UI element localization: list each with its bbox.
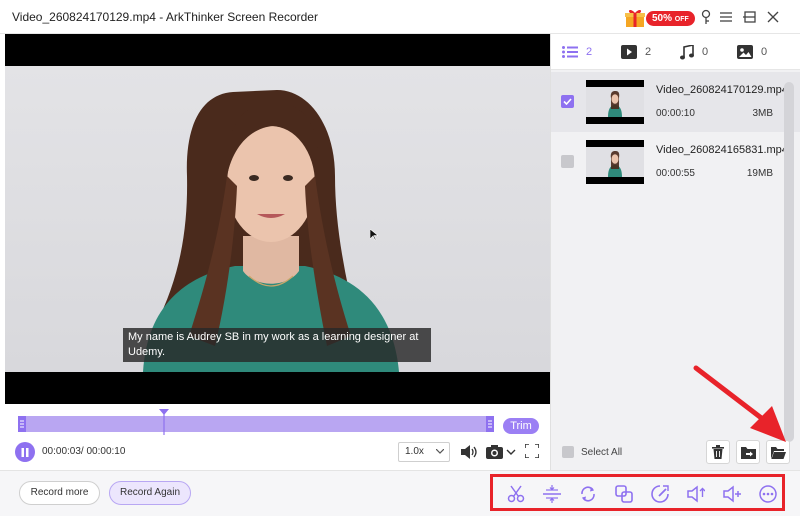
file-size: 3MB <box>752 108 773 119</box>
file-checkbox[interactable] <box>561 95 574 108</box>
select-all-label: Select All <box>581 446 623 458</box>
close-icon[interactable] <box>764 8 782 26</box>
edit-tools-highlight <box>490 474 785 511</box>
tab-audio-count: 0 <box>702 46 709 58</box>
trim-button[interactable]: Trim <box>503 418 539 434</box>
mouse-cursor-icon <box>370 229 378 241</box>
list-icon <box>562 46 578 58</box>
merge-tool-button[interactable] <box>613 483 635 505</box>
trim-start-handle[interactable] <box>18 416 26 432</box>
tab-audio[interactable]: 0 <box>680 43 708 61</box>
bottom-bar: Record more Record Again <box>0 470 800 516</box>
annotation-arrow-icon <box>693 365 786 442</box>
tab-image-count: 0 <box>761 46 768 58</box>
trash-icon <box>712 445 724 459</box>
chevron-down-icon <box>436 449 444 454</box>
video-frame: My name is Audrey SB in my work as a lea… <box>5 66 550 372</box>
folder-icon <box>770 446 786 459</box>
pause-button[interactable] <box>15 442 35 462</box>
video-subtitle: My name is Audrey SB in my work as a lea… <box>123 328 431 362</box>
scissors-icon <box>507 485 525 503</box>
discount-label: 50% OFF <box>646 11 695 26</box>
audio-add-tool-button[interactable] <box>721 483 743 505</box>
tab-all-count: 2 <box>586 46 593 58</box>
window-title: Video_260824170129.mp4 - ArkThinker Scre… <box>12 10 318 24</box>
file-name: Video_260824165831.mp4 <box>656 144 788 156</box>
file-thumbnail <box>586 80 644 124</box>
snapshot-button[interactable] <box>486 442 518 462</box>
music-icon <box>680 44 694 59</box>
file-name: Video_260824170129.mp4 <box>656 84 788 96</box>
tab-all[interactable]: 2 <box>562 43 592 61</box>
select-all-box <box>562 446 574 458</box>
promo-badge[interactable]: 50% OFF <box>624 8 695 28</box>
media-tabs: 2 2 0 0 <box>551 34 800 70</box>
split-icon <box>543 485 561 503</box>
title-bar: Video_260824170129.mp4 - ArkThinker Scre… <box>0 0 800 34</box>
rotate-tool-button[interactable] <box>577 483 599 505</box>
speed-select[interactable]: 1.0x <box>398 442 450 462</box>
tab-image[interactable]: 0 <box>737 43 767 61</box>
tab-video-count: 2 <box>645 46 652 58</box>
volume-boost-tool-button[interactable] <box>685 483 707 505</box>
file-checkbox[interactable] <box>561 155 574 168</box>
list-item[interactable]: Video_260824170129.mp4 00:00:10 3MB <box>551 72 800 132</box>
speed-value: 1.0x <box>405 446 424 457</box>
presenter-image <box>143 90 399 372</box>
image-icon <box>737 45 753 59</box>
fullscreen-icon[interactable] <box>524 443 540 459</box>
timecode: 00:00:03/ 00:00:10 <box>42 446 126 457</box>
video-preview[interactable]: My name is Audrey SB in my work as a lea… <box>5 34 550 404</box>
tab-video[interactable]: 2 <box>621 43 651 61</box>
pause-icon <box>21 447 29 457</box>
check-icon <box>563 98 572 105</box>
file-size: 19MB <box>746 168 773 179</box>
rotate-icon <box>581 486 595 502</box>
menu-icon[interactable] <box>717 8 735 26</box>
audio-add-icon <box>723 485 741 503</box>
list-item[interactable]: Video_260824165831.mp4 00:00:55 19MB <box>551 132 800 192</box>
trim-end-handle[interactable] <box>486 416 494 432</box>
record-again-button[interactable]: Record Again <box>109 481 191 505</box>
volume-boost-icon <box>687 485 705 503</box>
timeline-track[interactable] <box>18 416 494 432</box>
select-all-checkbox[interactable]: Select All <box>562 446 622 458</box>
folder-export-icon <box>740 446 756 459</box>
split-tool-button[interactable] <box>541 483 563 505</box>
camera-icon <box>486 445 516 459</box>
more-icon <box>759 485 777 503</box>
gift-icon <box>625 9 645 27</box>
more-tools-button[interactable] <box>757 483 779 505</box>
speed-icon <box>651 485 669 503</box>
trim-tool-button[interactable] <box>505 483 527 505</box>
key-icon[interactable] <box>697 8 715 26</box>
playhead[interactable] <box>159 409 169 435</box>
video-icon <box>621 45 637 59</box>
speed-tool-button[interactable] <box>649 483 671 505</box>
merge-icon <box>615 485 633 503</box>
volume-icon[interactable] <box>459 442 479 462</box>
file-duration: 00:00:10 <box>656 108 695 119</box>
file-duration: 00:00:55 <box>656 168 695 179</box>
maximize-icon[interactable] <box>741 8 759 26</box>
file-thumbnail <box>586 140 644 184</box>
record-more-button[interactable]: Record more <box>19 481 100 505</box>
